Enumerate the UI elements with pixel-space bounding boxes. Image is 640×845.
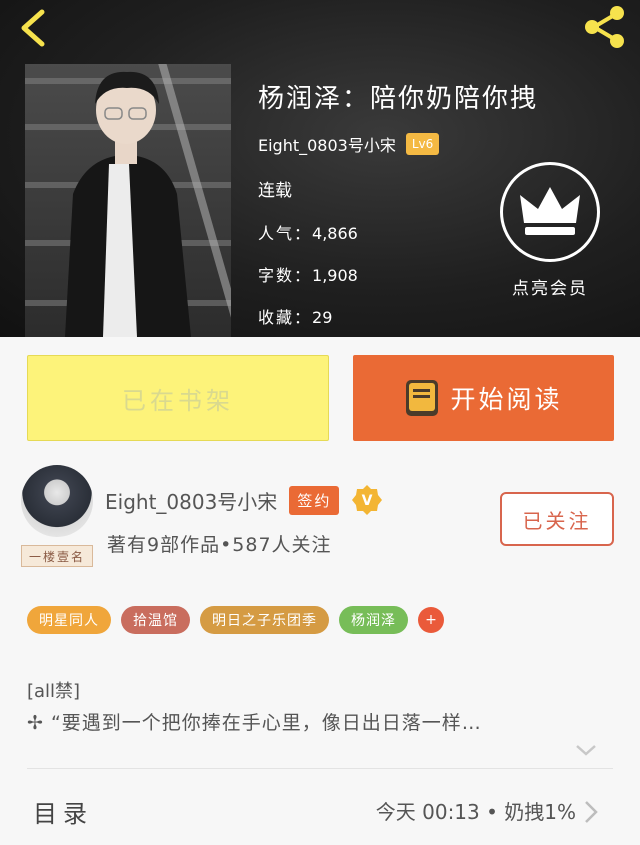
expand-chevron-down-icon[interactable]: [574, 742, 598, 758]
book-cover-image[interactable]: [25, 64, 231, 337]
intro-text: “要遇到一个把你捧在手心里，像日出日落一样…: [43, 712, 482, 734]
cover-person-figure: [65, 71, 191, 337]
divider: [27, 768, 613, 769]
in-bookshelf-button[interactable]: 已在书架: [27, 355, 329, 441]
sparkle-icon: ✢: [27, 712, 44, 734]
following-button[interactable]: 已关注: [500, 492, 614, 546]
book-author-row[interactable]: Eight_0803号小宋 Lv6: [258, 132, 440, 156]
vip-label: 点亮会员: [512, 279, 588, 299]
writer-name[interactable]: Eight_0803号小宋: [105, 486, 277, 515]
signed-author-badge: 签约: [289, 485, 340, 515]
word-count-stat: 字数：1,908: [258, 262, 358, 286]
back-button[interactable]: [14, 6, 54, 50]
start-reading-label: 开始阅读: [450, 385, 563, 414]
add-tag-button[interactable]: +: [418, 607, 444, 633]
tag-item[interactable]: 杨润泽: [339, 606, 408, 634]
start-reading-button[interactable]: 开始阅读: [353, 355, 614, 441]
book-title: 杨润泽：陪你奶陪你拽: [258, 84, 539, 114]
stat-label: 字数：: [258, 266, 313, 285]
writer-name-row: Eight_0803号小宋 签约 V: [105, 484, 383, 516]
book-icon: [406, 380, 439, 416]
intro-line-1: [all禁]: [27, 681, 81, 702]
avatar-frame-tag: 一楼壹名: [21, 545, 93, 567]
stat-value: 1,908: [312, 266, 358, 285]
book-author-name[interactable]: Eight_0803号小宋: [258, 132, 396, 156]
catalog-row[interactable]: 目录 今天 00:13 • 奶拽1%: [0, 776, 640, 845]
stat-value: 29: [312, 308, 333, 327]
svg-text:V: V: [362, 493, 373, 509]
vip-membership-button[interactable]: 点亮会员: [500, 162, 600, 299]
writer-stats: 著有9部作品•587人关注: [107, 534, 332, 556]
tag-item[interactable]: 明日之子乐团季: [200, 606, 329, 634]
share-icon: [585, 6, 624, 48]
latest-chapter-info: 今天 00:13 • 奶拽1%: [375, 800, 576, 824]
share-button[interactable]: [580, 4, 630, 50]
stat-label: 收藏：: [258, 308, 313, 327]
favorites-stat: 收藏：29: [258, 304, 332, 328]
chevron-left-icon: [21, 9, 45, 47]
author-avatar[interactable]: [21, 465, 93, 537]
serialization-status: 连载: [258, 181, 292, 201]
tag-item[interactable]: 拾温馆: [121, 606, 190, 634]
popularity-stat: 人气：4,866: [258, 220, 358, 244]
chevron-right-icon: [585, 801, 598, 823]
author-level-badge: Lv6: [405, 133, 440, 155]
book-header: 杨润泽：陪你奶陪你拽 Eight_0803号小宋 Lv6 连载 人气：4,866…: [0, 0, 640, 337]
book-tags: 明星同人 拾温馆 明日之子乐团季 杨润泽 +: [27, 606, 444, 634]
verified-v-icon: V: [352, 485, 383, 515]
tag-item[interactable]: 明星同人: [27, 606, 111, 634]
stat-value: 4,866: [312, 224, 358, 243]
stat-label: 人气：: [258, 224, 313, 243]
catalog-label: 目录: [33, 800, 93, 828]
intro-line-2: ✢ “要遇到一个把你捧在手心里，像日出日落一样…: [27, 708, 617, 735]
crown-icon: [520, 187, 580, 235]
vip-badge: [500, 162, 600, 262]
